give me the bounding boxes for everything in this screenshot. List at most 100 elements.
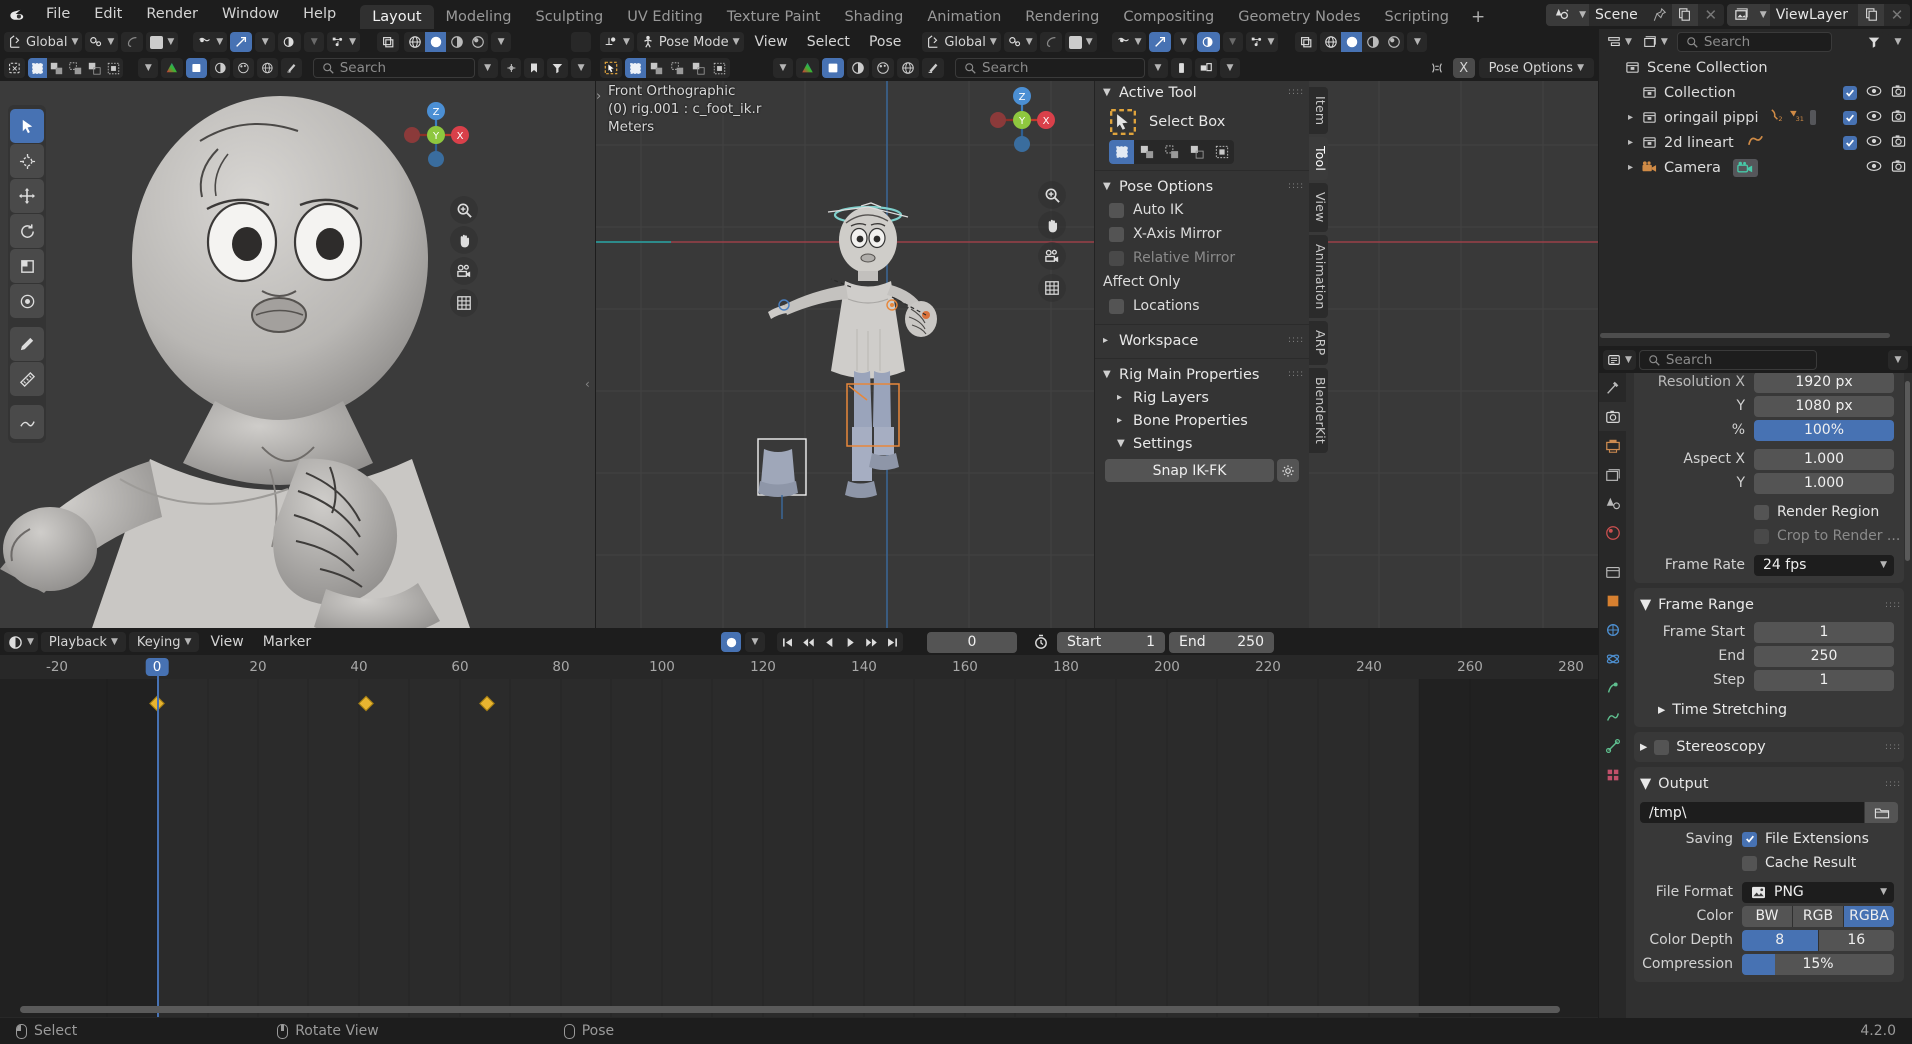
twisty-icon-3[interactable]: ▸ bbox=[1622, 162, 1639, 173]
grip-dots-icon-stereoscopy[interactable]: :::: bbox=[1885, 742, 1900, 751]
shading-rendered-icon[interactable] bbox=[467, 32, 488, 52]
zoom-icon-right[interactable] bbox=[1038, 181, 1066, 209]
tab-scripting[interactable]: Scripting bbox=[1373, 5, 1461, 29]
tab-bone-props[interactable] bbox=[1599, 731, 1626, 760]
search-input-left[interactable]: Search bbox=[312, 58, 475, 78]
rig-main-properties-header[interactable]: ▼ Rig Main Properties :::: bbox=[1095, 363, 1309, 386]
resolution-y-value[interactable]: 1080 px bbox=[1754, 395, 1894, 417]
shading-mode-group-right[interactable] bbox=[1320, 32, 1405, 52]
tool-select-box[interactable] bbox=[10, 109, 44, 143]
select-intersect-icon-right[interactable] bbox=[709, 58, 730, 78]
tab-tool-props[interactable] bbox=[1599, 373, 1626, 402]
tab-compositing[interactable]: Compositing bbox=[1111, 5, 1226, 29]
tab-output-props[interactable] bbox=[1599, 431, 1626, 460]
viewport-left-expand-arrow[interactable]: ‹ bbox=[585, 377, 595, 391]
texture-paint-icon[interactable] bbox=[233, 58, 255, 78]
stereoscopy-checkbox[interactable] bbox=[1654, 739, 1670, 755]
play-reverse-button[interactable] bbox=[819, 632, 840, 652]
twisty-icon[interactable]: ▸ bbox=[1622, 112, 1639, 123]
proportional-editing-toggle[interactable] bbox=[121, 32, 144, 52]
viewport-left-collapse[interactable] bbox=[571, 32, 591, 52]
npanel-select-intersect-icon[interactable] bbox=[1209, 140, 1234, 164]
viewlayer-selector[interactable]: ▼ ViewLayer ✕ bbox=[1726, 3, 1910, 26]
camera-view-icon-right[interactable] bbox=[1038, 242, 1066, 270]
jump-to-end-button[interactable] bbox=[882, 632, 903, 652]
pose-options-dropdown-right[interactable]: Pose Options ▼ bbox=[1478, 58, 1594, 78]
pose-options-header[interactable]: ▼ Pose Options :::: bbox=[1095, 175, 1309, 198]
tool-cursor[interactable] bbox=[10, 144, 44, 178]
grip-dots-icon-pose[interactable]: :::: bbox=[1288, 182, 1303, 191]
tab-rendering[interactable]: Rendering bbox=[1013, 5, 1111, 29]
viewport-shading-solid-2[interactable] bbox=[185, 58, 207, 78]
transform-orientation-dropdown[interactable]: Global ▼ bbox=[4, 32, 83, 52]
world-icon-right[interactable] bbox=[897, 58, 919, 78]
frame-end-value[interactable]: 250 bbox=[1754, 645, 1894, 667]
menu-select-right[interactable]: Select bbox=[799, 32, 858, 52]
overlay-toggle[interactable] bbox=[278, 32, 302, 52]
npanel-select-subtract-icon[interactable] bbox=[1159, 140, 1184, 164]
snap-toggle-right[interactable] bbox=[1148, 32, 1171, 52]
overlay-dropdown[interactable]: ▼ bbox=[304, 32, 325, 52]
overlay-dropdown-right[interactable]: ▼ bbox=[1222, 32, 1243, 52]
tab-constraint-props[interactable] bbox=[1599, 673, 1626, 702]
checkbox-auto-ik[interactable]: Auto IK bbox=[1095, 198, 1309, 222]
exclude-checkbox[interactable] bbox=[1843, 85, 1857, 100]
camera-render-icon-4[interactable] bbox=[1891, 159, 1906, 177]
use-preview-range-icon[interactable] bbox=[1029, 632, 1053, 652]
n-tab-view[interactable]: View bbox=[1309, 183, 1328, 232]
outliner-filter-icon[interactable] bbox=[1863, 32, 1885, 52]
new-viewlayer-button[interactable] bbox=[1858, 3, 1884, 26]
add-workspace-button[interactable]: + bbox=[1461, 5, 1495, 29]
aspect-x-value[interactable]: 1.000 bbox=[1754, 448, 1894, 470]
compression-slider[interactable]: 15% bbox=[1742, 953, 1894, 975]
scene-selector[interactable]: ▼ Scene ✕ bbox=[1546, 3, 1724, 26]
frame-start-field[interactable]: Start 1 bbox=[1057, 631, 1165, 653]
frame-step-value[interactable]: 1 bbox=[1754, 669, 1894, 691]
texture-paint-icon-right[interactable] bbox=[872, 58, 894, 78]
tool-annotate[interactable] bbox=[10, 327, 44, 361]
shading-material-icon-right[interactable] bbox=[1362, 32, 1383, 52]
active-tool-header[interactable]: ▼ Active Tool :::: bbox=[1095, 81, 1309, 104]
delete-viewlayer-button[interactable]: ✕ bbox=[1884, 3, 1910, 26]
tab-render-props[interactable] bbox=[1599, 402, 1626, 431]
tab-layout[interactable]: Layout bbox=[360, 5, 434, 29]
toggle-ortho-icon-right[interactable] bbox=[1038, 274, 1066, 302]
snap-toggle[interactable] bbox=[230, 32, 253, 52]
frame-start-value[interactable]: 1 bbox=[1754, 621, 1894, 643]
tab-sculpting[interactable]: Sculpting bbox=[523, 5, 615, 29]
open-folder-icon[interactable] bbox=[1865, 802, 1898, 823]
material-preview-icon-right[interactable] bbox=[847, 58, 869, 78]
tab-geometry-nodes[interactable]: Geometry Nodes bbox=[1226, 5, 1372, 29]
snapping-dropdown[interactable]: ▼ bbox=[85, 32, 119, 52]
aspect-y-value[interactable]: 1.000 bbox=[1754, 472, 1894, 494]
playback-controls[interactable] bbox=[777, 632, 903, 652]
toggle-xray[interactable] bbox=[377, 32, 400, 52]
pose-flip-icon[interactable] bbox=[1425, 58, 1449, 78]
x-mirror-button[interactable]: X bbox=[1452, 58, 1475, 78]
tool-move[interactable] bbox=[10, 179, 44, 213]
tool-scale[interactable] bbox=[10, 249, 44, 283]
tab-modeling[interactable]: Modeling bbox=[434, 5, 524, 29]
timeline-body[interactable] bbox=[0, 679, 1598, 1017]
pose-options-dropdown-left[interactable]: ▼ bbox=[193, 32, 228, 52]
select-new-icon[interactable] bbox=[27, 58, 47, 78]
proportional-falloff-dropdown[interactable]: ▼ bbox=[146, 32, 179, 52]
time-stretching-header[interactable]: ▸ Time Stretching bbox=[1634, 698, 1904, 722]
pan-hand-icon-right[interactable] bbox=[1038, 211, 1066, 239]
tool-transform[interactable] bbox=[10, 284, 44, 318]
locations-checkbox[interactable] bbox=[1109, 298, 1124, 314]
tab-collection-props[interactable] bbox=[1599, 557, 1626, 586]
toggle-xray-right[interactable] bbox=[1295, 32, 1318, 52]
mode-chevron-right[interactable]: ▼ bbox=[773, 58, 793, 78]
cache-result-checkbox[interactable] bbox=[1742, 855, 1757, 871]
menu-render[interactable]: Render bbox=[134, 0, 210, 29]
filter-icon-left[interactable] bbox=[547, 58, 569, 78]
select-invert-icon-right[interactable] bbox=[688, 58, 709, 78]
menu-marker-timeline[interactable]: Marker bbox=[255, 632, 319, 652]
shading-dropdown-right[interactable]: ▼ bbox=[1407, 32, 1428, 52]
snap-dropdown[interactable]: ▼ bbox=[255, 32, 276, 52]
exclude-checkbox-2[interactable] bbox=[1843, 110, 1857, 125]
file-format-dropdown[interactable]: PNG ▼ bbox=[1742, 881, 1894, 903]
checkbox-x-axis-mirror[interactable]: X-Axis Mirror bbox=[1095, 222, 1309, 246]
menu-file[interactable]: File bbox=[34, 0, 82, 29]
